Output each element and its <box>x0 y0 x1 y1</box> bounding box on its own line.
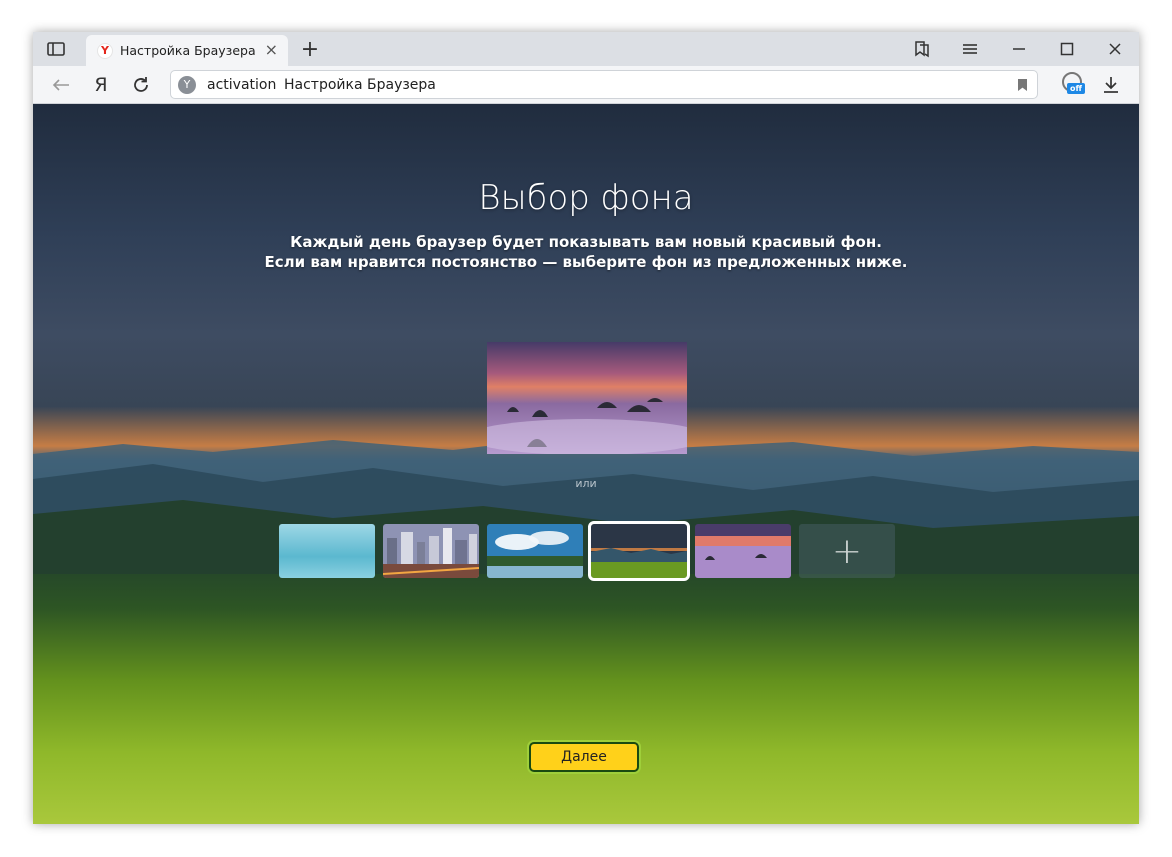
close-window-icon[interactable] <box>1104 38 1126 60</box>
navigation-bar: Я Y activation Настройка Браузера off <box>33 66 1139 104</box>
downloads-icon[interactable] <box>1099 73 1123 97</box>
address-domain: activation <box>207 77 277 93</box>
yandex-favicon-icon: Y <box>97 43 113 59</box>
back-arrow-icon[interactable] <box>49 73 73 97</box>
or-divider-label: или <box>575 477 597 490</box>
yandex-home-button[interactable]: Я <box>89 73 113 97</box>
mountain-landscape-image <box>33 438 1139 574</box>
bookmarks-icon[interactable] <box>911 38 933 60</box>
subtitle-line-2: Если вам нравится постоянство — выберите… <box>264 253 908 271</box>
tab-title: Настройка Браузера <box>120 43 256 58</box>
address-bar[interactable]: Y activation Настройка Браузера <box>170 70 1038 99</box>
sidebar-toggle-icon[interactable] <box>45 38 67 60</box>
site-info-icon[interactable]: Y <box>178 76 196 94</box>
tab-browser-settings[interactable]: Y Настройка Браузера × <box>86 35 288 66</box>
page-heading: Выбор фона <box>478 178 694 218</box>
minimize-icon[interactable] <box>1008 38 1030 60</box>
background-selection-page: Выбор фона Каждый день браузер будет пок… <box>33 104 1139 824</box>
next-button[interactable]: Далее <box>529 742 639 772</box>
bookmark-icon[interactable] <box>1018 79 1027 91</box>
thumbnail-sunset-clouds[interactable] <box>695 524 791 578</box>
subtitle-line-1: Каждый день браузер будет показывать вам… <box>290 233 882 251</box>
address-page-title: Настройка Браузера <box>284 77 436 93</box>
add-background-button[interactable]: + <box>799 524 895 578</box>
reload-icon[interactable] <box>129 73 153 97</box>
new-tab-icon[interactable]: + <box>299 37 321 62</box>
daily-background-preview[interactable] <box>487 342 687 454</box>
tab-bar: Y Настройка Браузера × + <box>33 32 1139 66</box>
maximize-icon[interactable] <box>1056 38 1078 60</box>
browser-window: Y Настройка Браузера × + Я Y activation … <box>33 32 1139 824</box>
close-tab-icon[interactable]: × <box>265 40 278 59</box>
menu-icon[interactable] <box>959 38 981 60</box>
thumbnail-sea[interactable] <box>279 524 375 578</box>
turbo-off-badge: off <box>1067 83 1085 94</box>
thumbnail-city[interactable] <box>383 524 479 578</box>
plus-icon: + <box>831 530 863 572</box>
thumbnail-lake[interactable] <box>487 524 583 578</box>
page-subtitle: Каждый день браузер будет показывать вам… <box>33 232 1139 272</box>
turbo-mode-icon[interactable]: off <box>1061 71 1087 97</box>
thumbnail-mountains[interactable] <box>588 521 690 581</box>
